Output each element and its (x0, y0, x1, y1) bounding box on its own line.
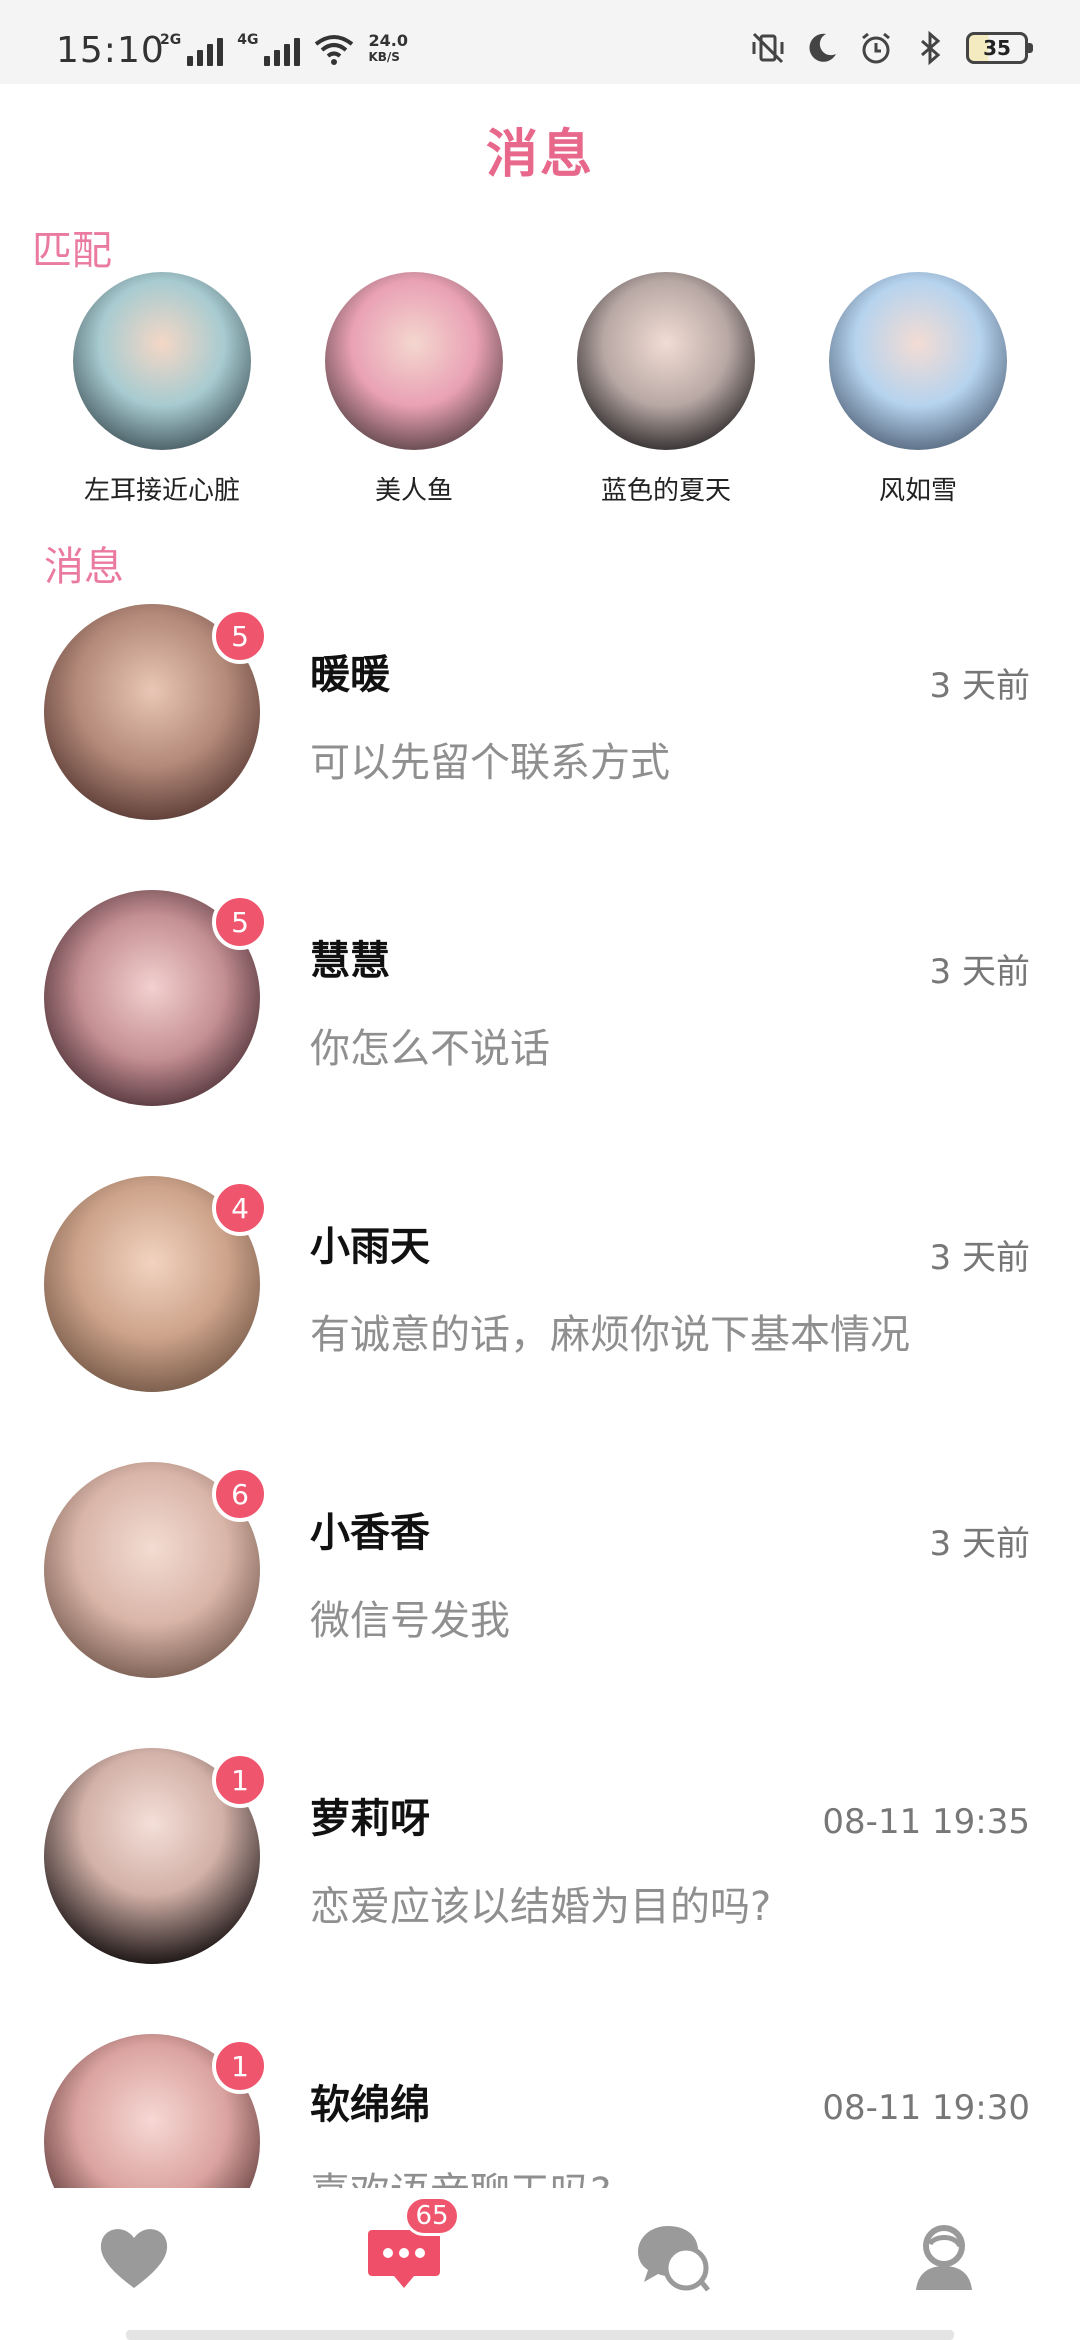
contact-name: 小香香 (310, 1510, 430, 1556)
unread-badge: 6 (212, 1466, 268, 1522)
unread-badge: 5 (212, 608, 268, 664)
avatar[interactable] (325, 272, 503, 450)
home-indicator[interactable] (126, 2330, 954, 2340)
network-speed: 24.0 KB/S (368, 31, 408, 65)
conversation-item[interactable]: 5 慧慧 3 天前 你怎么不说话 (0, 890, 1080, 1176)
nav-tab-profile[interactable] (884, 2208, 1004, 2308)
match-item[interactable]: 美人鱼 (288, 272, 540, 507)
message-time: 08-11 19:35 (822, 1802, 1030, 1842)
match-name: 风如雪 (878, 476, 957, 506)
avatar[interactable] (73, 272, 251, 450)
nav-tab-chat[interactable] (614, 2208, 734, 2308)
status-right-icons: 35 (750, 30, 1033, 66)
unread-badge: 1 (212, 1752, 268, 1808)
contact-name: 小雨天 (310, 1224, 430, 1270)
section-label-match: 匹配 (32, 228, 112, 274)
status-time: 15:10 (56, 30, 165, 71)
moon-icon (809, 33, 836, 62)
match-item[interactable]: 左耳接近心脏 (36, 272, 288, 507)
alarm-icon (862, 32, 890, 64)
contact-name: 萝莉呀 (310, 1796, 430, 1842)
status-bar: 15:10 2G 4G 24.0 KB/S 35 (0, 0, 1080, 84)
nav-unread-badge: 65 (404, 2196, 460, 2236)
heart-icon (100, 2229, 168, 2288)
nav-tab-heart[interactable] (74, 2208, 194, 2308)
contact-name: 慧慧 (310, 938, 390, 984)
message-preview: 恋爱应该以结婚为目的吗? (310, 1884, 772, 1930)
avatar[interactable] (829, 272, 1007, 450)
bottom-nav: 65 (0, 2188, 1080, 2340)
bluetooth-icon (921, 30, 941, 66)
message-time: 3 天前 (929, 952, 1030, 992)
match-name: 蓝色的夏天 (600, 476, 731, 506)
conversation-item[interactable]: 1 软绵绵 08-11 19:30 喜欢语音聊天吗? (0, 2034, 1080, 2188)
conversation-item[interactable]: 4 小雨天 3 天前 有诚意的话，麻烦你说下基本情况 (0, 1176, 1080, 1462)
message-preview: 有诚意的话，麻烦你说下基本情况 (310, 1312, 910, 1358)
message-time: 3 天前 (929, 1238, 1030, 1278)
unread-badge: 1 (212, 2038, 268, 2094)
message-preview: 可以先留个联系方式 (310, 740, 670, 786)
match-item[interactable]: 风如雪 (792, 272, 1044, 507)
contact-name: 软绵绵 (310, 2082, 430, 2128)
match-name: 左耳接近心脏 (83, 476, 240, 506)
battery-icon: 35 (966, 32, 1033, 64)
conversation-item[interactable]: 1 萝莉呀 08-11 19:35 恋爱应该以结婚为目的吗? (0, 1748, 1080, 2034)
message-preview: 喜欢语音聊天吗? (310, 2160, 611, 2188)
avatar[interactable] (577, 272, 755, 450)
message-preview: 你怎么不说话 (310, 1026, 550, 1072)
signal-2-icon: 4G (237, 32, 301, 66)
status-left-icons: 2G 4G 24.0 KB/S (160, 32, 408, 66)
section-label-messages: 消息 (44, 544, 124, 590)
conversation-item[interactable]: 5 暖暖 3 天前 可以先留个联系方式 (0, 604, 1080, 890)
contact-name: 暖暖 (310, 652, 390, 698)
message-time: 08-11 19:30 (822, 2088, 1030, 2128)
page-title: 消息 (485, 125, 594, 185)
unread-badge: 4 (212, 1180, 268, 1236)
nav-tab-messages[interactable]: 65 (344, 2196, 464, 2308)
profile-icon (916, 2225, 972, 2290)
chat-bubbles-icon (638, 2226, 710, 2292)
message-time: 3 天前 (929, 1524, 1030, 1564)
signal-1-icon: 2G (160, 32, 224, 66)
vibrate-off-icon (752, 32, 784, 64)
match-item[interactable]: 蓝色的夏天 (540, 272, 792, 507)
wifi-icon (315, 35, 354, 65)
message-time: 3 天前 (929, 666, 1030, 706)
message-preview: 微信号发我 (310, 1598, 510, 1644)
unread-badge: 5 (212, 894, 268, 950)
conversation-item[interactable]: 6 小香香 3 天前 微信号发我 (0, 1462, 1080, 1748)
match-name: 美人鱼 (374, 476, 453, 506)
